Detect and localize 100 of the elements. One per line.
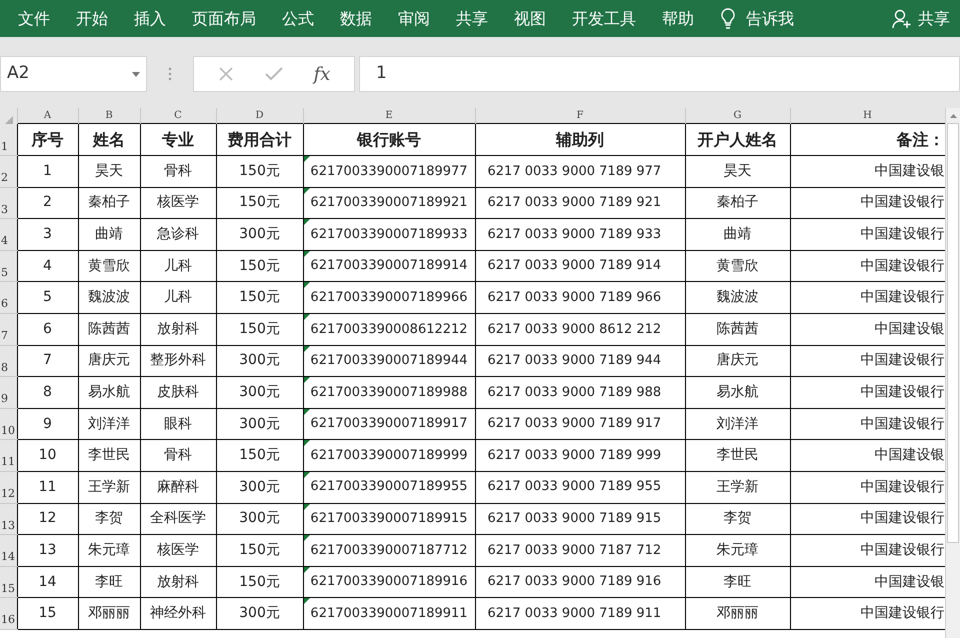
table-cell: 11 xyxy=(17,471,78,504)
ribbon-tab[interactable]: 视图 xyxy=(514,6,546,30)
ribbon-tab[interactable]: 数据 xyxy=(340,6,372,30)
table-cell: 6217 0033 9000 7189 966 xyxy=(475,282,685,314)
table-cell: 300元 xyxy=(216,598,303,630)
table-cell: 易水航 xyxy=(78,376,140,408)
table-cell: 10 xyxy=(17,440,78,472)
column-heading: 备注： xyxy=(790,124,945,156)
vertical-scrollbar[interactable] xyxy=(945,108,960,638)
table-cell: 骨科 xyxy=(140,440,216,472)
column-header[interactable]: G xyxy=(685,108,790,124)
table-cell: 6217003390007189914 xyxy=(303,250,475,282)
table-cell: 1 xyxy=(17,156,78,188)
ribbon-tab[interactable]: 开发工具 xyxy=(572,6,636,30)
row-header[interactable]: 14 xyxy=(0,534,17,566)
table-cell: 3 xyxy=(17,218,78,250)
column-header[interactable]: A xyxy=(17,108,78,124)
table-cell: 李世民 xyxy=(78,440,140,472)
table-cell: 儿科 xyxy=(140,250,216,282)
row-header[interactable]: 12 xyxy=(0,471,17,504)
cancel-icon[interactable] xyxy=(218,66,234,82)
row-header[interactable]: 8 xyxy=(0,345,17,377)
ribbon-tab[interactable]: 开始 xyxy=(76,6,108,30)
check-icon[interactable] xyxy=(264,67,283,81)
table-cell: 6217 0033 9000 7189 917 xyxy=(475,408,685,440)
table-cell: 300元 xyxy=(216,376,303,408)
table-cell: 李贺 xyxy=(78,503,140,535)
row-header[interactable]: 10 xyxy=(0,408,17,440)
table-cell: 150元 xyxy=(216,440,303,472)
table-cell: 9 xyxy=(17,408,78,440)
share-button[interactable]: 共享 xyxy=(918,6,950,30)
column-heading: 辅助列 xyxy=(475,124,685,156)
formula-input[interactable]: 1 xyxy=(359,56,960,92)
ribbon-tab[interactable]: 公式 xyxy=(282,6,314,30)
table-cell: 李旺 xyxy=(685,566,790,598)
tell-me-search[interactable]: 告诉我 xyxy=(746,6,794,30)
row-header[interactable]: 15 xyxy=(0,566,17,598)
ribbon-tab[interactable]: 共享 xyxy=(456,6,488,30)
table-cell: 曲靖 xyxy=(78,218,140,250)
ribbon-tab[interactable]: 文件 xyxy=(18,6,50,30)
table-cell: 150元 xyxy=(216,566,303,598)
row-header[interactable]: 3 xyxy=(0,187,17,219)
ribbon-tab[interactable]: 页面布局 xyxy=(192,6,256,30)
table-cell: 急诊科 xyxy=(140,218,216,250)
table-cell: 放射科 xyxy=(140,313,216,346)
table-cell: 6217003390007189915 xyxy=(303,503,475,535)
table-cell: 曲靖 xyxy=(685,218,790,250)
insert-function-button[interactable]: fx xyxy=(314,60,330,88)
table-cell: 王学新 xyxy=(78,471,140,504)
row-header[interactable]: 2 xyxy=(0,156,17,188)
lightbulb-icon[interactable] xyxy=(720,8,736,30)
table-cell: 6217003390007189944 xyxy=(303,345,475,377)
person-add-icon[interactable] xyxy=(892,8,912,28)
column-header[interactable]: F xyxy=(475,108,685,124)
ribbon-tab[interactable]: 帮助 xyxy=(662,6,694,30)
row-header[interactable]: 16 xyxy=(0,598,17,630)
ribbon-tab[interactable]: 审阅 xyxy=(398,6,430,30)
row-header[interactable]: 13 xyxy=(0,503,17,535)
table-cell: 6217 0033 9000 7189 916 xyxy=(475,566,685,598)
table-cell: 300元 xyxy=(216,408,303,440)
row-header[interactable]: 11 xyxy=(0,440,17,472)
table-cell: 刘洋洋 xyxy=(78,408,140,440)
table-cell: 6217003390007189955 xyxy=(303,471,475,504)
table-cell: 6217003390007189966 xyxy=(303,282,475,314)
column-header[interactable]: B xyxy=(78,108,140,124)
table-cell: 6217 0033 9000 7187 712 xyxy=(475,534,685,566)
table-cell: 12 xyxy=(17,503,78,535)
row-header[interactable]: 4 xyxy=(0,218,17,250)
table-cell: 6217 0033 9000 7189 988 xyxy=(475,376,685,408)
table-cell: 核医学 xyxy=(140,187,216,219)
column-heading: 银行账号 xyxy=(303,124,475,156)
column-header[interactable]: D xyxy=(216,108,303,124)
table-cell: 皮肤科 xyxy=(140,376,216,408)
table-cell: 邓丽丽 xyxy=(78,598,140,630)
table-cell: 陈茜茜 xyxy=(685,313,790,346)
table-cell: 7 xyxy=(17,345,78,377)
ribbon-tab[interactable]: 插入 xyxy=(134,6,166,30)
table-cell: 易水航 xyxy=(685,376,790,408)
column-header[interactable]: C xyxy=(140,108,216,124)
row-header[interactable]: 6 xyxy=(0,282,17,314)
table-cell: 秦柏子 xyxy=(685,187,790,219)
table-cell: 4 xyxy=(17,250,78,282)
row-header[interactable]: 5 xyxy=(0,250,17,282)
table-cell: 黄雪欣 xyxy=(78,250,140,282)
table-cell: 眼科 xyxy=(140,408,216,440)
row-header[interactable]: 7 xyxy=(0,313,17,346)
row-header[interactable]: 9 xyxy=(0,376,17,408)
table-cell: 5 xyxy=(17,282,78,314)
table-cell: 300元 xyxy=(216,218,303,250)
row-header[interactable]: 1 xyxy=(0,124,17,156)
table-cell: 150元 xyxy=(216,313,303,346)
scrollbar-thumb[interactable] xyxy=(947,123,959,543)
table-cell: 陈茜茜 xyxy=(78,313,140,346)
table-cell: 15 xyxy=(17,598,78,630)
name-box[interactable]: A2 xyxy=(0,56,147,92)
table-cell: 麻醉科 xyxy=(140,471,216,504)
column-header[interactable]: E xyxy=(303,108,475,124)
table-cell: 儿科 xyxy=(140,282,216,314)
table-cell: 6217003390007189917 xyxy=(303,408,475,440)
table-cell: 8 xyxy=(17,376,78,408)
